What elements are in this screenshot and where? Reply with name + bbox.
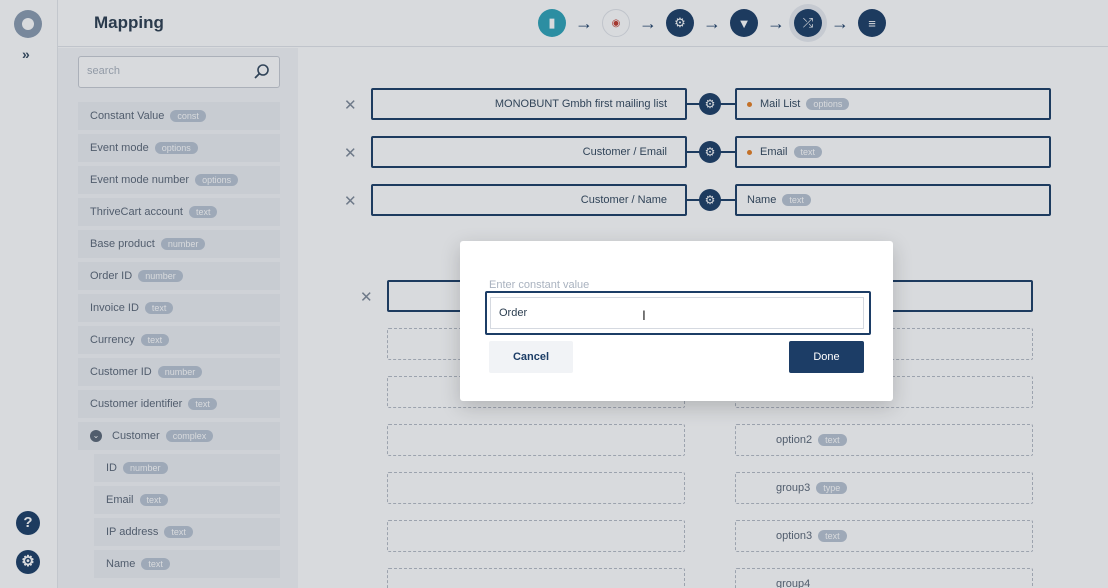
- dialog-label: Enter constant value: [489, 279, 590, 291]
- done-button[interactable]: Done: [789, 341, 864, 373]
- constant-value-dialog: Enter constant value Cancel Done: [460, 241, 893, 401]
- cancel-button[interactable]: Cancel: [489, 341, 573, 373]
- constant-value-input[interactable]: [490, 297, 864, 329]
- text-cursor-icon: I: [642, 307, 646, 323]
